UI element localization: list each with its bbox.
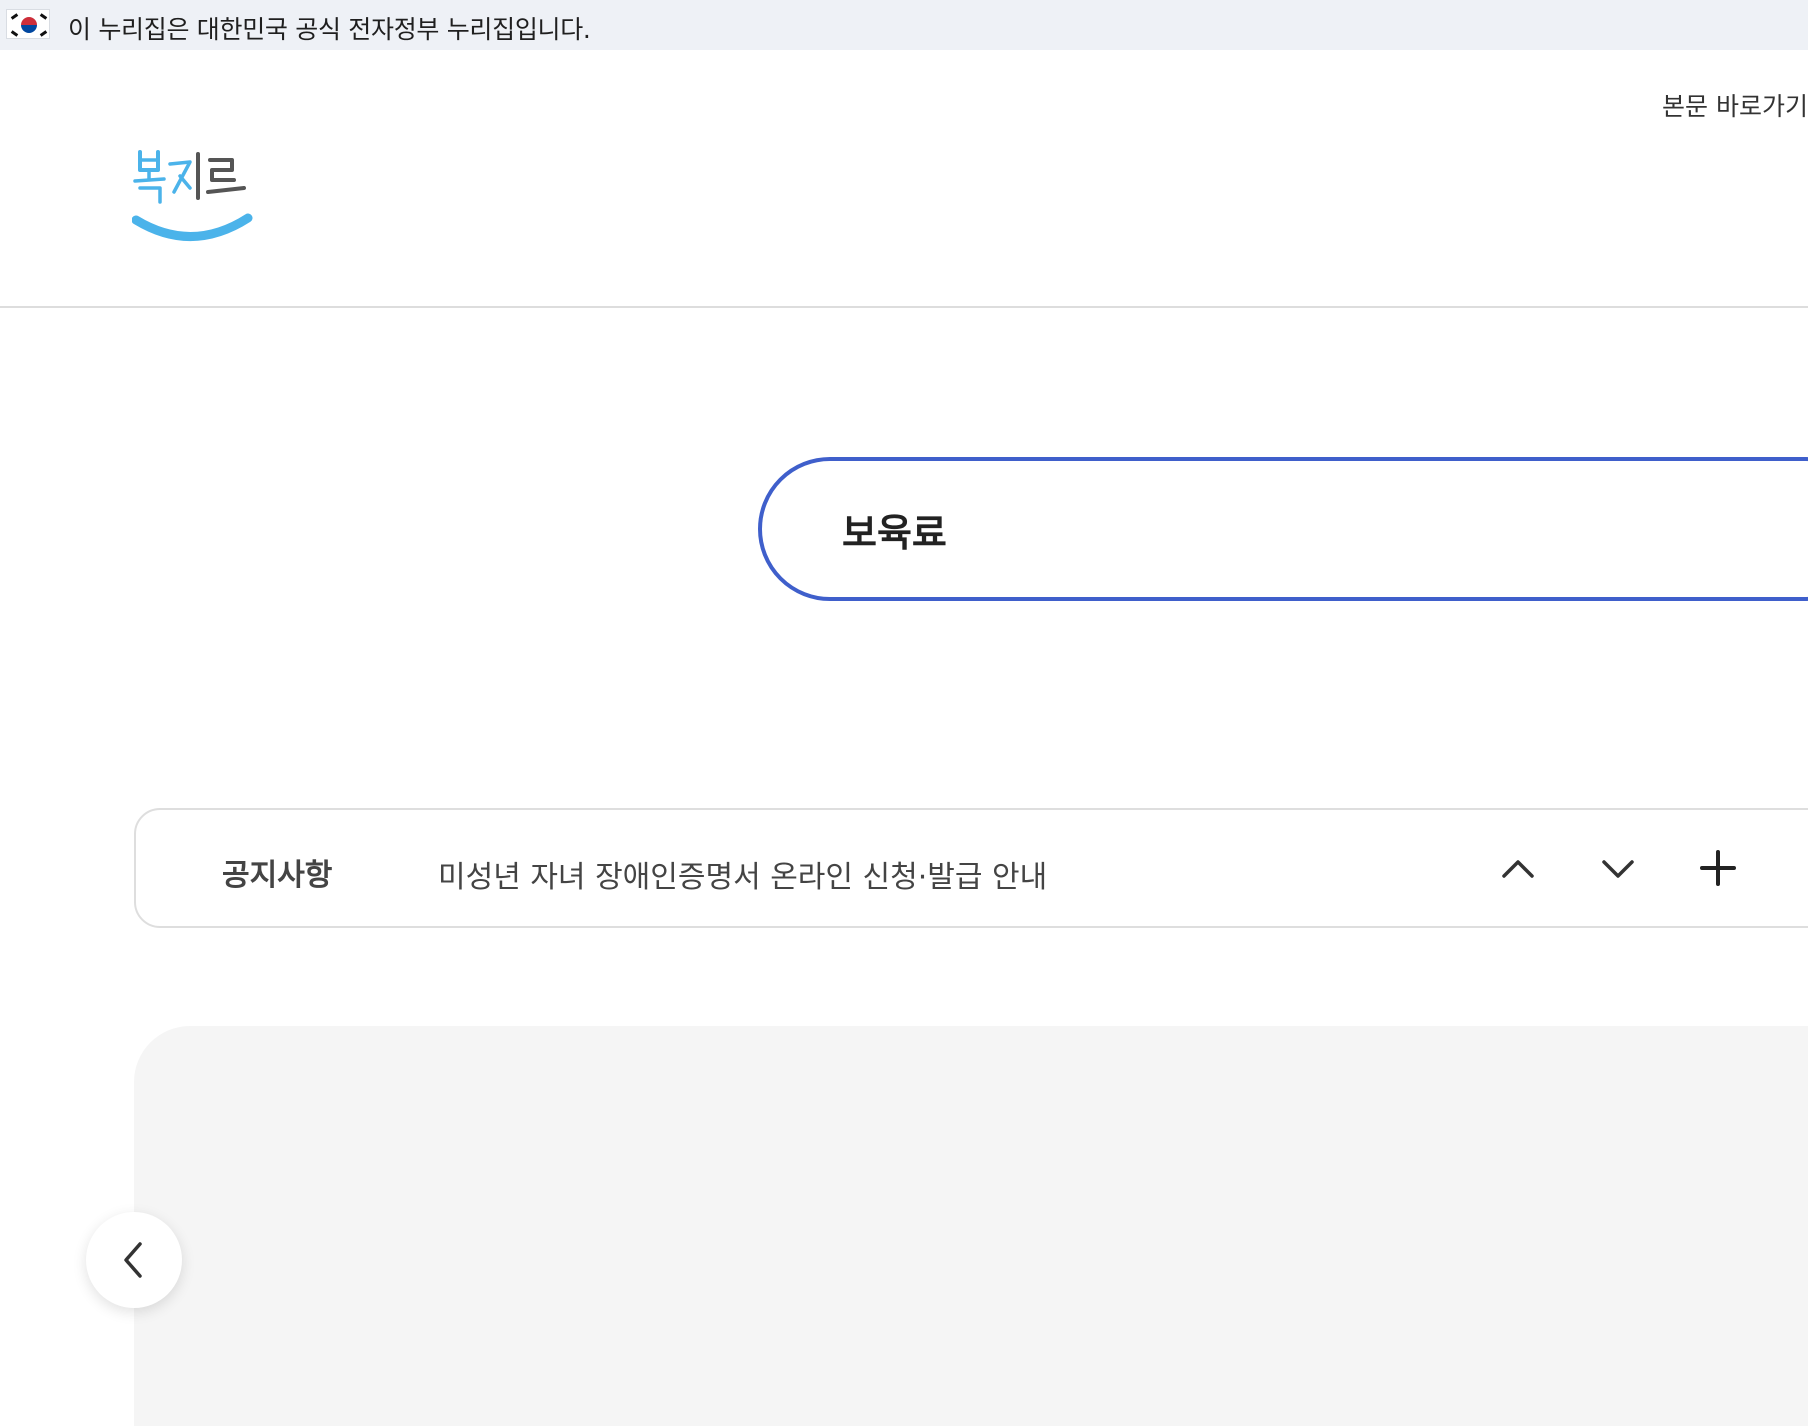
notice-title-link[interactable]: 미성년 자녀 장애인증명서 온라인 신청·발급 안내 xyxy=(438,852,1047,896)
notice-more-button[interactable] xyxy=(1688,838,1748,898)
header-divider xyxy=(0,306,1808,308)
notice-label: 공지사항 xyxy=(222,858,333,893)
korean-flag-icon xyxy=(6,9,50,39)
bokjiro-logo[interactable] xyxy=(131,146,254,250)
main-banner-slider xyxy=(134,1026,1808,1426)
chevron-up-icon xyxy=(1502,860,1534,878)
plus-icon xyxy=(1700,850,1736,886)
search-box[interactable] xyxy=(758,457,1808,601)
bokjiro-logo-graphic xyxy=(131,150,253,241)
chevron-down-icon xyxy=(1602,860,1634,878)
gov-banner-text: 이 누리집은 대한민국 공식 전자정부 누리집입니다. xyxy=(68,15,591,44)
notice-prev-button[interactable] xyxy=(1488,838,1548,898)
chevron-left-icon xyxy=(124,1242,142,1278)
notice-next-button[interactable] xyxy=(1588,838,1648,898)
search-input[interactable] xyxy=(842,499,1742,559)
skip-to-content-link[interactable]: 본문 바로가기 xyxy=(1662,87,1808,123)
gov-banner: 이 누리집은 대한민국 공식 전자정부 누리집입니다. xyxy=(0,0,1808,50)
notice-bar: 공지사항 미성년 자녀 장애인증명서 온라인 신청·발급 안내 xyxy=(134,808,1808,928)
slider-prev-button[interactable] xyxy=(86,1212,182,1308)
